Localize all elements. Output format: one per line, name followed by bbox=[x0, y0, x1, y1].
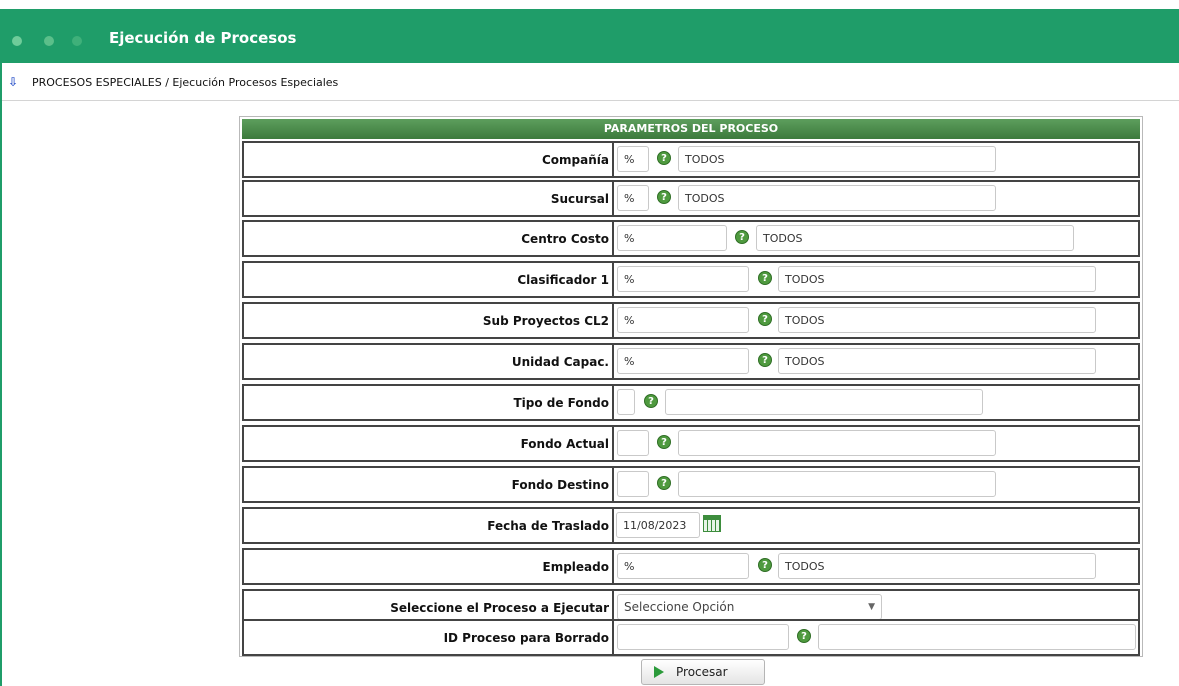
help-circle-icon[interactable]: ? bbox=[644, 394, 658, 408]
label-centro-costo: Centro Costo bbox=[521, 231, 609, 246]
unidad-capac-code-input[interactable]: % bbox=[617, 348, 749, 374]
unidad-capac-desc-input[interactable]: TODOS bbox=[778, 348, 1096, 374]
label-unidad-capac: Unidad Capac. bbox=[511, 354, 609, 369]
window-title: Ejecución de Procesos bbox=[109, 29, 297, 47]
sucursal-code-input[interactable]: % bbox=[617, 185, 649, 211]
breadcrumb-text: PROCESOS ESPECIALES / Ejecución Procesos… bbox=[32, 75, 339, 89]
subproyectos-code-input[interactable]: % bbox=[617, 307, 749, 333]
window-titlebar: Ejecución de Procesos bbox=[0, 9, 1179, 63]
procesar-button[interactable]: Procesar bbox=[641, 659, 765, 685]
label-fondo-actual: Fondo Actual bbox=[520, 436, 609, 451]
help-circle-icon[interactable]: ? bbox=[758, 558, 772, 572]
label-clasificador1: Clasificador 1 bbox=[517, 272, 609, 287]
help-circle-icon[interactable]: ? bbox=[758, 271, 772, 285]
fondo-destino-desc-input[interactable] bbox=[678, 471, 996, 497]
label-fecha-traslado: Fecha de Traslado bbox=[487, 518, 609, 533]
row-id-borrado: ID Proceso para Borrado ? bbox=[242, 619, 1140, 656]
fondo-destino-code-input[interactable] bbox=[617, 471, 649, 497]
row-fondo-actual: Fondo Actual ? bbox=[242, 425, 1140, 462]
left-border bbox=[0, 63, 2, 686]
centro-costo-code-input[interactable]: % bbox=[617, 225, 727, 251]
compania-desc-input[interactable]: TODOS bbox=[678, 146, 996, 172]
procesar-label: Procesar bbox=[676, 665, 728, 679]
row-sucursal: Sucursal % ? TODOS bbox=[242, 180, 1140, 217]
row-clasificador1: Clasificador 1 % ? TODOS bbox=[242, 261, 1140, 298]
row-unidad-capac: Unidad Capac. % ? TODOS bbox=[242, 343, 1140, 380]
help-circle-icon[interactable]: ? bbox=[657, 435, 671, 449]
label-fondo-destino: Fondo Destino bbox=[511, 477, 609, 492]
id-borrado-code-input[interactable] bbox=[617, 624, 789, 650]
row-fondo-destino: Fondo Destino ? bbox=[242, 466, 1140, 503]
panel-header: PARAMETROS DEL PROCESO bbox=[242, 119, 1140, 139]
empleado-desc-input[interactable]: TODOS bbox=[778, 553, 1096, 579]
calendar-icon[interactable] bbox=[703, 515, 721, 532]
fondo-actual-code-input[interactable] bbox=[617, 430, 649, 456]
label-subproyectos: Sub Proyectos CL2 bbox=[482, 313, 609, 328]
label-id-borrado: ID Proceso para Borrado bbox=[443, 630, 609, 645]
play-icon bbox=[654, 666, 664, 678]
parameters-panel: PARAMETROS DEL PROCESO Compañía % ? TODO… bbox=[239, 116, 1143, 657]
label-compania: Compañía bbox=[542, 152, 609, 167]
row-tipo-fondo: Tipo de Fondo ? bbox=[242, 384, 1140, 421]
fondo-actual-desc-input[interactable] bbox=[678, 430, 996, 456]
help-circle-icon[interactable]: ? bbox=[657, 476, 671, 490]
help-circle-icon[interactable]: ? bbox=[758, 312, 772, 326]
label-tipo-fondo: Tipo de Fondo bbox=[513, 395, 609, 410]
label-empleado: Empleado bbox=[542, 559, 609, 574]
row-centro-costo: Centro Costo % ? TODOS bbox=[242, 220, 1140, 257]
proceso-selected: Seleccione Opción bbox=[624, 600, 735, 614]
help-circle-icon[interactable]: ? bbox=[735, 230, 749, 244]
compania-code-input[interactable]: % bbox=[617, 146, 649, 172]
tipo-fondo-code-input[interactable] bbox=[617, 389, 635, 415]
subproyectos-desc-input[interactable]: TODOS bbox=[778, 307, 1096, 333]
label-sucursal: Sucursal bbox=[550, 191, 609, 206]
sucursal-desc-input[interactable]: TODOS bbox=[678, 185, 996, 211]
window-dot-icon[interactable] bbox=[12, 36, 22, 46]
fecha-traslado-input[interactable]: 11/08/2023 bbox=[616, 512, 700, 538]
chevron-down-icon[interactable]: ▼ bbox=[868, 602, 875, 612]
proceso-select[interactable]: Seleccione Opción ▼ bbox=[617, 594, 882, 620]
tipo-fondo-desc-input[interactable] bbox=[665, 389, 983, 415]
clasificador1-desc-input[interactable]: TODOS bbox=[778, 266, 1096, 292]
divider bbox=[2, 100, 1179, 101]
row-subproyectos: Sub Proyectos CL2 % ? TODOS bbox=[242, 302, 1140, 339]
window-dot-icon[interactable] bbox=[44, 36, 54, 46]
help-circle-icon[interactable]: ? bbox=[797, 629, 811, 643]
row-fecha-traslado: Fecha de Traslado 11/08/2023 bbox=[242, 507, 1140, 544]
clasificador1-code-input[interactable]: % bbox=[617, 266, 749, 292]
breadcrumb: ⇩ PROCESOS ESPECIALES / Ejecución Proces… bbox=[8, 74, 338, 90]
row-compania: Compañía % ? TODOS bbox=[242, 141, 1140, 178]
centro-costo-desc-input[interactable]: TODOS bbox=[756, 225, 1074, 251]
help-circle-icon[interactable]: ? bbox=[657, 190, 671, 204]
help-circle-icon[interactable]: ? bbox=[758, 353, 772, 367]
window-dot-icon[interactable] bbox=[72, 36, 82, 46]
id-borrado-desc-input[interactable] bbox=[818, 624, 1136, 650]
row-empleado: Empleado % ? TODOS bbox=[242, 548, 1140, 585]
help-circle-icon[interactable]: ? bbox=[657, 151, 671, 165]
info-arrow-icon: ⇩ bbox=[8, 75, 19, 89]
empleado-code-input[interactable]: % bbox=[617, 553, 749, 579]
